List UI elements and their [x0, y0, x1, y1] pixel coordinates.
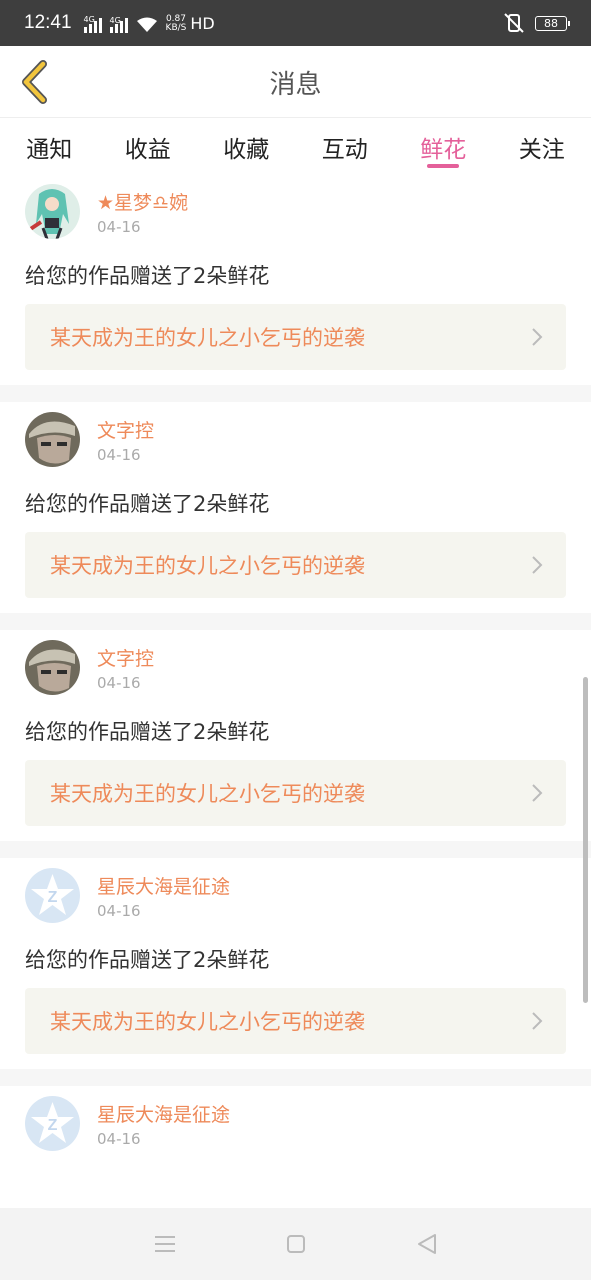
avatar[interactable] [25, 184, 80, 239]
list-item: 文字控 04-16 给您的作品赠送了2朵鲜花 某天成为王的女儿之小乞丐的逆袭 [0, 630, 591, 841]
list-item: ★星梦♎婉 04-16 给您的作品赠送了2朵鲜花 某天成为王的女儿之小乞丐的逆袭 [0, 174, 591, 385]
home-icon[interactable] [286, 1234, 306, 1254]
default-avatar-icon: Z [25, 1096, 80, 1151]
menu-icon[interactable] [154, 1234, 176, 1254]
page-title: 消息 [269, 70, 322, 100]
list-item: 文字控 04-16 给您的作品赠送了2朵鲜花 某天成为王的女儿之小乞丐的逆袭 [0, 402, 591, 613]
tab-bar: 通知 收益 收藏 互动 鲜花 关注 [0, 118, 591, 174]
man-hat-avatar-icon [25, 640, 80, 695]
gift-message: 给您的作品赠送了2朵鲜花 [25, 948, 270, 972]
status-bar: 12:41 4G 4G 0.87 KB/S HD 88 [0, 0, 591, 46]
svg-text:Z: Z [48, 1117, 58, 1134]
work-link[interactable]: 某天成为王的女儿之小乞丐的逆袭 [25, 304, 566, 370]
man-hat-avatar-icon [25, 412, 80, 467]
user-name[interactable]: 星辰大海是征途 [97, 1100, 230, 1127]
signal-2-label: 4G [109, 15, 121, 25]
back-icon[interactable] [416, 1233, 438, 1255]
gift-message: 给您的作品赠送了2朵鲜花 [25, 492, 270, 516]
net-speed: 0.87 KB/S [165, 14, 187, 33]
vibrate-icon [504, 13, 524, 33]
user-name[interactable]: 文字控 [97, 644, 154, 671]
avatar[interactable] [25, 640, 80, 695]
post-date: 04-16 [97, 674, 141, 692]
post-date: 04-16 [97, 902, 141, 920]
work-link[interactable]: 某天成为王的女儿之小乞丐的逆袭 [25, 532, 566, 598]
tab-favorites[interactable]: 收藏 [197, 118, 296, 174]
anime-avatar-icon [25, 184, 80, 239]
work-title: 某天成为王的女儿之小乞丐的逆袭 [50, 1010, 365, 1034]
tab-follow[interactable]: 关注 [493, 118, 591, 174]
svg-text:Z: Z [48, 889, 58, 906]
tab-notice[interactable]: 通知 [0, 118, 99, 174]
list-item: Z 星辰大海是征途 04-16 [0, 1086, 591, 1208]
signal-1-icon: 4G [83, 14, 102, 33]
work-title: 某天成为王的女儿之小乞丐的逆袭 [50, 554, 365, 578]
user-name[interactable]: ★星梦♎婉 [97, 188, 188, 215]
work-link[interactable]: 某天成为王的女儿之小乞丐的逆袭 [25, 988, 566, 1054]
tab-interaction[interactable]: 互动 [296, 118, 395, 174]
chevron-right-icon [532, 328, 543, 346]
chevron-right-icon [532, 1012, 543, 1030]
app-header: 消息 [0, 46, 591, 118]
work-link[interactable]: 某天成为王的女儿之小乞丐的逆袭 [25, 760, 566, 826]
user-name[interactable]: 文字控 [97, 416, 154, 443]
chevron-right-icon [532, 556, 543, 574]
post-date: 04-16 [97, 446, 141, 464]
wifi-icon [136, 17, 157, 32]
user-name[interactable]: 星辰大海是征途 [97, 872, 230, 899]
flower-feed: ★星梦♎婉 04-16 给您的作品赠送了2朵鲜花 某天成为王的女儿之小乞丐的逆袭… [0, 174, 591, 1208]
list-item: Z 星辰大海是征途 04-16 给您的作品赠送了2朵鲜花 某天成为王的女儿之小乞… [0, 858, 591, 1069]
avatar[interactable]: Z [25, 868, 80, 923]
system-nav-bar [0, 1208, 591, 1280]
post-date: 04-16 [97, 218, 141, 236]
gift-message: 给您的作品赠送了2朵鲜花 [25, 264, 270, 288]
signal-indicators: 4G 4G 0.87 KB/S HD [83, 13, 215, 33]
work-title: 某天成为王的女儿之小乞丐的逆袭 [50, 326, 365, 350]
net-speed-unit: KB/S [165, 22, 187, 33]
gift-message: 给您的作品赠送了2朵鲜花 [25, 720, 270, 744]
work-title: 某天成为王的女儿之小乞丐的逆袭 [50, 782, 365, 806]
signal-2-icon: 4G [109, 15, 128, 33]
avatar[interactable]: Z [25, 1096, 80, 1151]
battery-icon: 88 [535, 15, 570, 31]
chevron-right-icon [532, 784, 543, 802]
scrollbar[interactable] [583, 677, 588, 1003]
tab-earnings[interactable]: 收益 [99, 118, 198, 174]
tab-flowers[interactable]: 鲜花 [394, 118, 493, 174]
default-avatar-icon: Z [25, 868, 80, 923]
hd-indicator: HD [190, 13, 215, 33]
post-date: 04-16 [97, 1130, 141, 1148]
avatar[interactable] [25, 412, 80, 467]
status-time: 12:41 [24, 12, 72, 33]
battery-level: 88 [544, 16, 558, 30]
signal-1-label: 4G [83, 14, 95, 24]
